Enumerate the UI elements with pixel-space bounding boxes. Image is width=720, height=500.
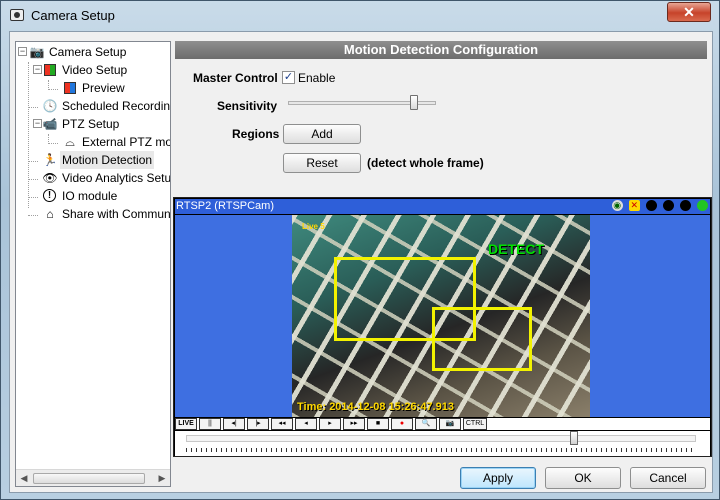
camera-video-panel: RTSP2 (RTSPCam) ◉ ✕ Live 5 DETECT Time: …: [173, 197, 712, 457]
camera-setup-window: Camera Setup ✕ − − − 📷 Camera Setup Vide…: [0, 0, 720, 500]
ptz-camera-icon: 📹: [42, 117, 58, 131]
status-dot-icon: [645, 200, 657, 211]
tree-connector: [28, 107, 38, 108]
tree-horizontal-scrollbar[interactable]: ◀ ▶: [16, 469, 170, 486]
video-title-bar: RTSP2 (RTSPCam) ◉ ✕: [175, 199, 710, 214]
tree-connector: [28, 161, 38, 162]
eye-icon: 👁: [42, 171, 58, 185]
tree-collapse-icon[interactable]: −: [33, 119, 42, 128]
seek-track[interactable]: [186, 435, 696, 442]
tree-item-label: PTZ Setup: [62, 117, 120, 131]
fast-forward-button[interactable]: ▸▸: [343, 418, 365, 430]
tree-connector: [48, 89, 58, 90]
dome-camera-icon: ⌓: [65, 135, 75, 149]
regions-label: Regions: [232, 127, 280, 141]
tree-connector: [28, 179, 38, 180]
master-control-label: Master Control: [193, 71, 278, 85]
enable-label: Enable: [298, 71, 336, 85]
seek-ticks: [186, 448, 696, 452]
status-dot-icon: [697, 200, 708, 211]
status-dot-icon: [662, 200, 674, 211]
step-back-button[interactable]: ◂|: [223, 418, 245, 430]
step-forward-button[interactable]: |▸: [247, 418, 269, 430]
tree-item-label: Motion Detection: [60, 151, 155, 169]
title-bar[interactable]: Camera Setup ✕: [1, 1, 719, 31]
scroll-thumb[interactable]: [33, 473, 145, 484]
preview-icon: [64, 82, 76, 94]
live-button[interactable]: LIVE: [175, 418, 197, 430]
rewind-button[interactable]: ◂: [295, 418, 317, 430]
tree-item-label: Video Analytics Setup: [62, 171, 171, 185]
seek-bar-area: [175, 431, 710, 456]
running-person-icon: 🏃: [42, 153, 58, 167]
info-icon: !: [43, 189, 56, 202]
window-title: Camera Setup: [31, 8, 115, 23]
video-timestamp: Time: 2014-12-08 15:26:47.913: [297, 401, 454, 413]
tree-connector: [28, 215, 38, 216]
video-setup-icon: [44, 64, 56, 76]
ctrl-button[interactable]: CTRL: [463, 418, 487, 430]
tree-item-label: External PTZ mod: [82, 135, 171, 149]
tree-connector: [28, 62, 29, 208]
tree-item-label: Scheduled Recording: [62, 99, 171, 113]
tree-item-label: Video Setup: [62, 63, 128, 77]
playback-controls: LIVE || ◂| |▸ ◂◂ ◂ ▸ ▸▸ ■ ● 🔍 📷 CTRL: [175, 418, 710, 430]
cancel-button[interactable]: Cancel: [630, 467, 706, 489]
camera-app-icon: [10, 9, 24, 21]
stream-status-icons: ◉ ✕: [609, 200, 708, 213]
tree-item-label: Share with Communit: [62, 207, 171, 221]
stop-button[interactable]: ■: [367, 418, 389, 430]
close-button[interactable]: ✕: [667, 2, 711, 22]
tree-item-label: Preview: [82, 81, 125, 95]
tree-collapse-icon[interactable]: −: [33, 65, 42, 74]
section-header: Motion Detection Configuration: [175, 41, 707, 59]
fast-rewind-button[interactable]: ◂◂: [271, 418, 293, 430]
reset-note: (detect whole frame): [367, 156, 484, 170]
pause-button[interactable]: ||: [199, 418, 221, 430]
zoom-button[interactable]: 🔍: [415, 418, 437, 430]
camera-feed-image: Live 5 DETECT Time: 2014-12-08 15:26:47.…: [292, 215, 590, 417]
record-button[interactable]: ●: [391, 418, 413, 430]
sensitivity-slider-thumb[interactable]: [409, 95, 418, 110]
tree-item-label: IO module: [62, 189, 118, 203]
tree-collapse-icon[interactable]: −: [18, 47, 27, 56]
sensitivity-label: Sensitivity: [217, 99, 278, 113]
enable-checkbox[interactable]: ✓: [282, 71, 295, 84]
ok-button[interactable]: OK: [545, 467, 621, 489]
video-viewport[interactable]: Live 5 DETECT Time: 2014-12-08 15:26:47.…: [175, 215, 710, 417]
scroll-right-icon[interactable]: ▶: [156, 472, 168, 484]
settings-tree[interactable]: − − − 📷 Camera Setup Video Setup Preview…: [15, 41, 171, 487]
apply-button[interactable]: Apply: [460, 467, 536, 489]
dialog-client-area: − − − 📷 Camera Setup Video Setup Preview…: [9, 31, 713, 493]
audio-muted-icon[interactable]: ✕: [628, 200, 640, 211]
house-icon: ⌂: [46, 207, 54, 221]
status-dot-icon: [679, 200, 691, 211]
seek-thumb[interactable]: [569, 431, 578, 445]
detect-indicator: DETECT: [488, 241, 544, 257]
reset-region-button[interactable]: Reset: [283, 153, 361, 173]
tree-item-label: Camera Setup: [49, 45, 127, 59]
tree-connector: [28, 197, 38, 198]
camera-icon: 📷: [29, 45, 45, 59]
motion-eye-icon[interactable]: ◉: [611, 200, 623, 211]
add-region-button[interactable]: Add: [283, 124, 361, 144]
play-button[interactable]: ▸: [319, 418, 341, 430]
clock-icon: 🕓: [42, 99, 58, 113]
video-stream-title: RTSP2 (RTSPCam): [176, 200, 275, 212]
snapshot-button[interactable]: 📷: [439, 418, 461, 430]
live-badge: Live 5: [302, 222, 325, 231]
motion-region[interactable]: [432, 307, 532, 371]
tree-connector: [48, 143, 58, 144]
scroll-left-icon[interactable]: ◀: [18, 472, 30, 484]
